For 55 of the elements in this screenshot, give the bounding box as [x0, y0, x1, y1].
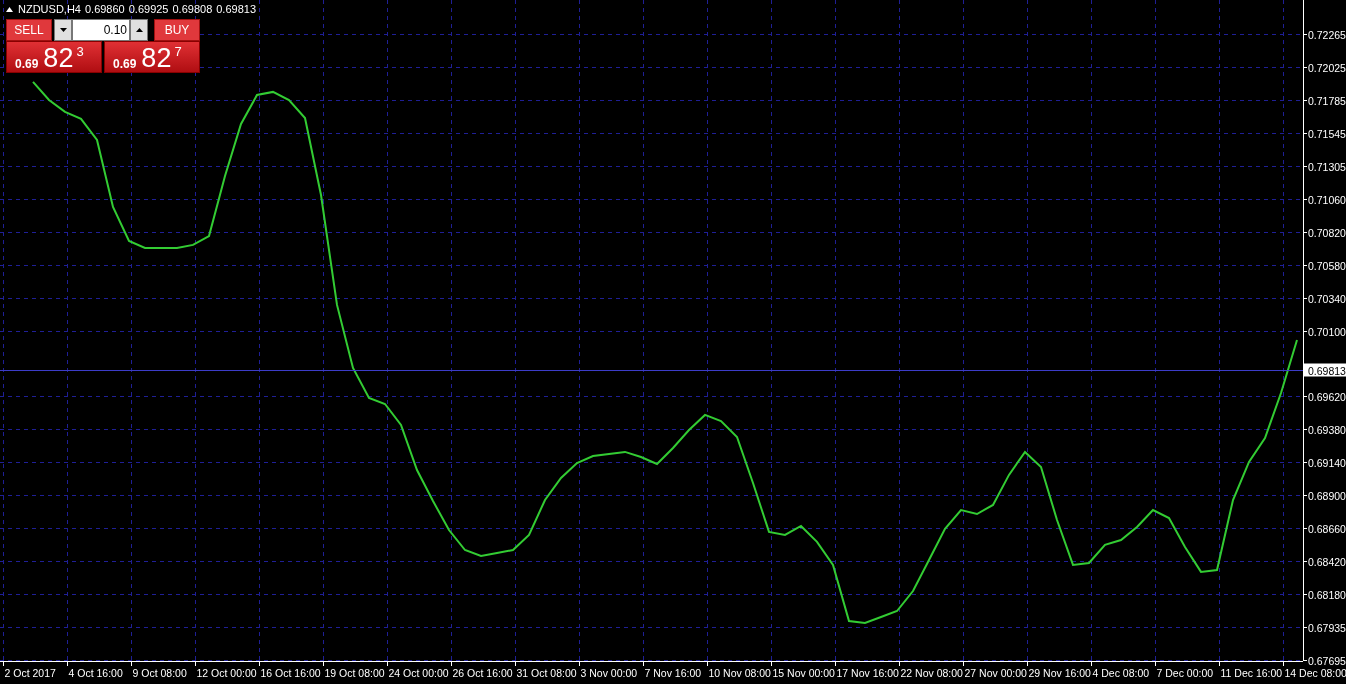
- price-quote: 0.69860: [84, 3, 125, 15]
- axis-label: 0.68180: [1308, 588, 1346, 601]
- axis-label: 15 Nov 00:00: [772, 667, 835, 679]
- axis-label: 0.72265: [1308, 28, 1346, 41]
- axis-label: 0.69380: [1308, 423, 1346, 436]
- axis-label: 4 Oct 16:00: [68, 667, 123, 679]
- axis-label: 0.69620: [1308, 390, 1346, 403]
- triangle-icon: [6, 6, 13, 12]
- axis-label: 17 Nov 16:00: [836, 667, 899, 679]
- axis-label: 2 Oct 2017: [4, 667, 56, 679]
- axis-label: 10 Nov 08:00: [708, 667, 771, 679]
- up-caret-icon: [135, 28, 143, 32]
- axis-label: 0.70340: [1308, 292, 1346, 305]
- axis-label: 0.72025: [1308, 61, 1346, 74]
- down-caret-icon: [59, 28, 67, 32]
- axis-label: 0.68660: [1308, 522, 1346, 535]
- sell-button[interactable]: SELL: [6, 19, 52, 41]
- axis-label: 9 Oct 08:00: [132, 667, 187, 679]
- axis-label: 0.68900: [1308, 489, 1346, 502]
- axis-label: 22 Nov 08:00: [900, 667, 963, 679]
- axis-label: 14 Dec 08:00: [1284, 667, 1346, 679]
- axis-label: 27 Nov 00:00: [964, 667, 1027, 679]
- axis-label: 0.68420: [1308, 555, 1346, 568]
- axis-label: 4 Dec 08:00: [1092, 667, 1150, 679]
- axis-label: 3 Nov 00:00: [580, 667, 638, 679]
- symbol-label: NZDUSD,H4: [18, 3, 81, 15]
- buy-button[interactable]: BUY: [154, 19, 200, 41]
- axis-label: 29 Nov 16:00: [1028, 667, 1091, 679]
- lot-size-field[interactable]: 0.10: [72, 19, 130, 41]
- axis-label: 24 Oct 00:00: [388, 667, 449, 679]
- axis-label: 0.71545: [1308, 127, 1346, 140]
- axis-label: 11 Dec 16:00: [1220, 667, 1283, 679]
- axis-label: 0.70580: [1308, 259, 1346, 272]
- axis-label: 12 Oct 00:00: [196, 667, 257, 679]
- axis-label: 0.70820: [1308, 226, 1346, 239]
- axis-label: 0.69140: [1308, 456, 1346, 469]
- axis-label: 0.67935: [1308, 621, 1346, 634]
- axis-label: 7 Nov 16:00: [644, 667, 702, 679]
- axis-label: 0.70100: [1308, 325, 1346, 338]
- axis-label: 0.71305: [1308, 160, 1346, 173]
- axis-label: 0.71060: [1308, 193, 1346, 206]
- increase-button[interactable]: [130, 19, 148, 41]
- axis-label: 0.67695: [1308, 654, 1346, 667]
- ref-line-label: 0.69813: [1308, 364, 1346, 377]
- current-price-label: 0.69813: [1304, 363, 1346, 377]
- price-quote: 0.69925: [128, 3, 169, 15]
- axis-label: 7 Dec 00:00: [1156, 667, 1214, 679]
- axis-label: 0.71785: [1308, 94, 1346, 107]
- axis-label: 26 Oct 16:00: [452, 667, 513, 679]
- price-quote: 0.69813: [216, 3, 256, 15]
- axis-label: 16 Oct 16:00: [260, 667, 321, 679]
- decrease-button[interactable]: [54, 19, 72, 41]
- price-quote: 0.69808: [172, 3, 213, 15]
- axis-label: 31 Oct 08:00: [516, 667, 577, 679]
- axis-label: 19 Oct 08:00: [324, 667, 385, 679]
